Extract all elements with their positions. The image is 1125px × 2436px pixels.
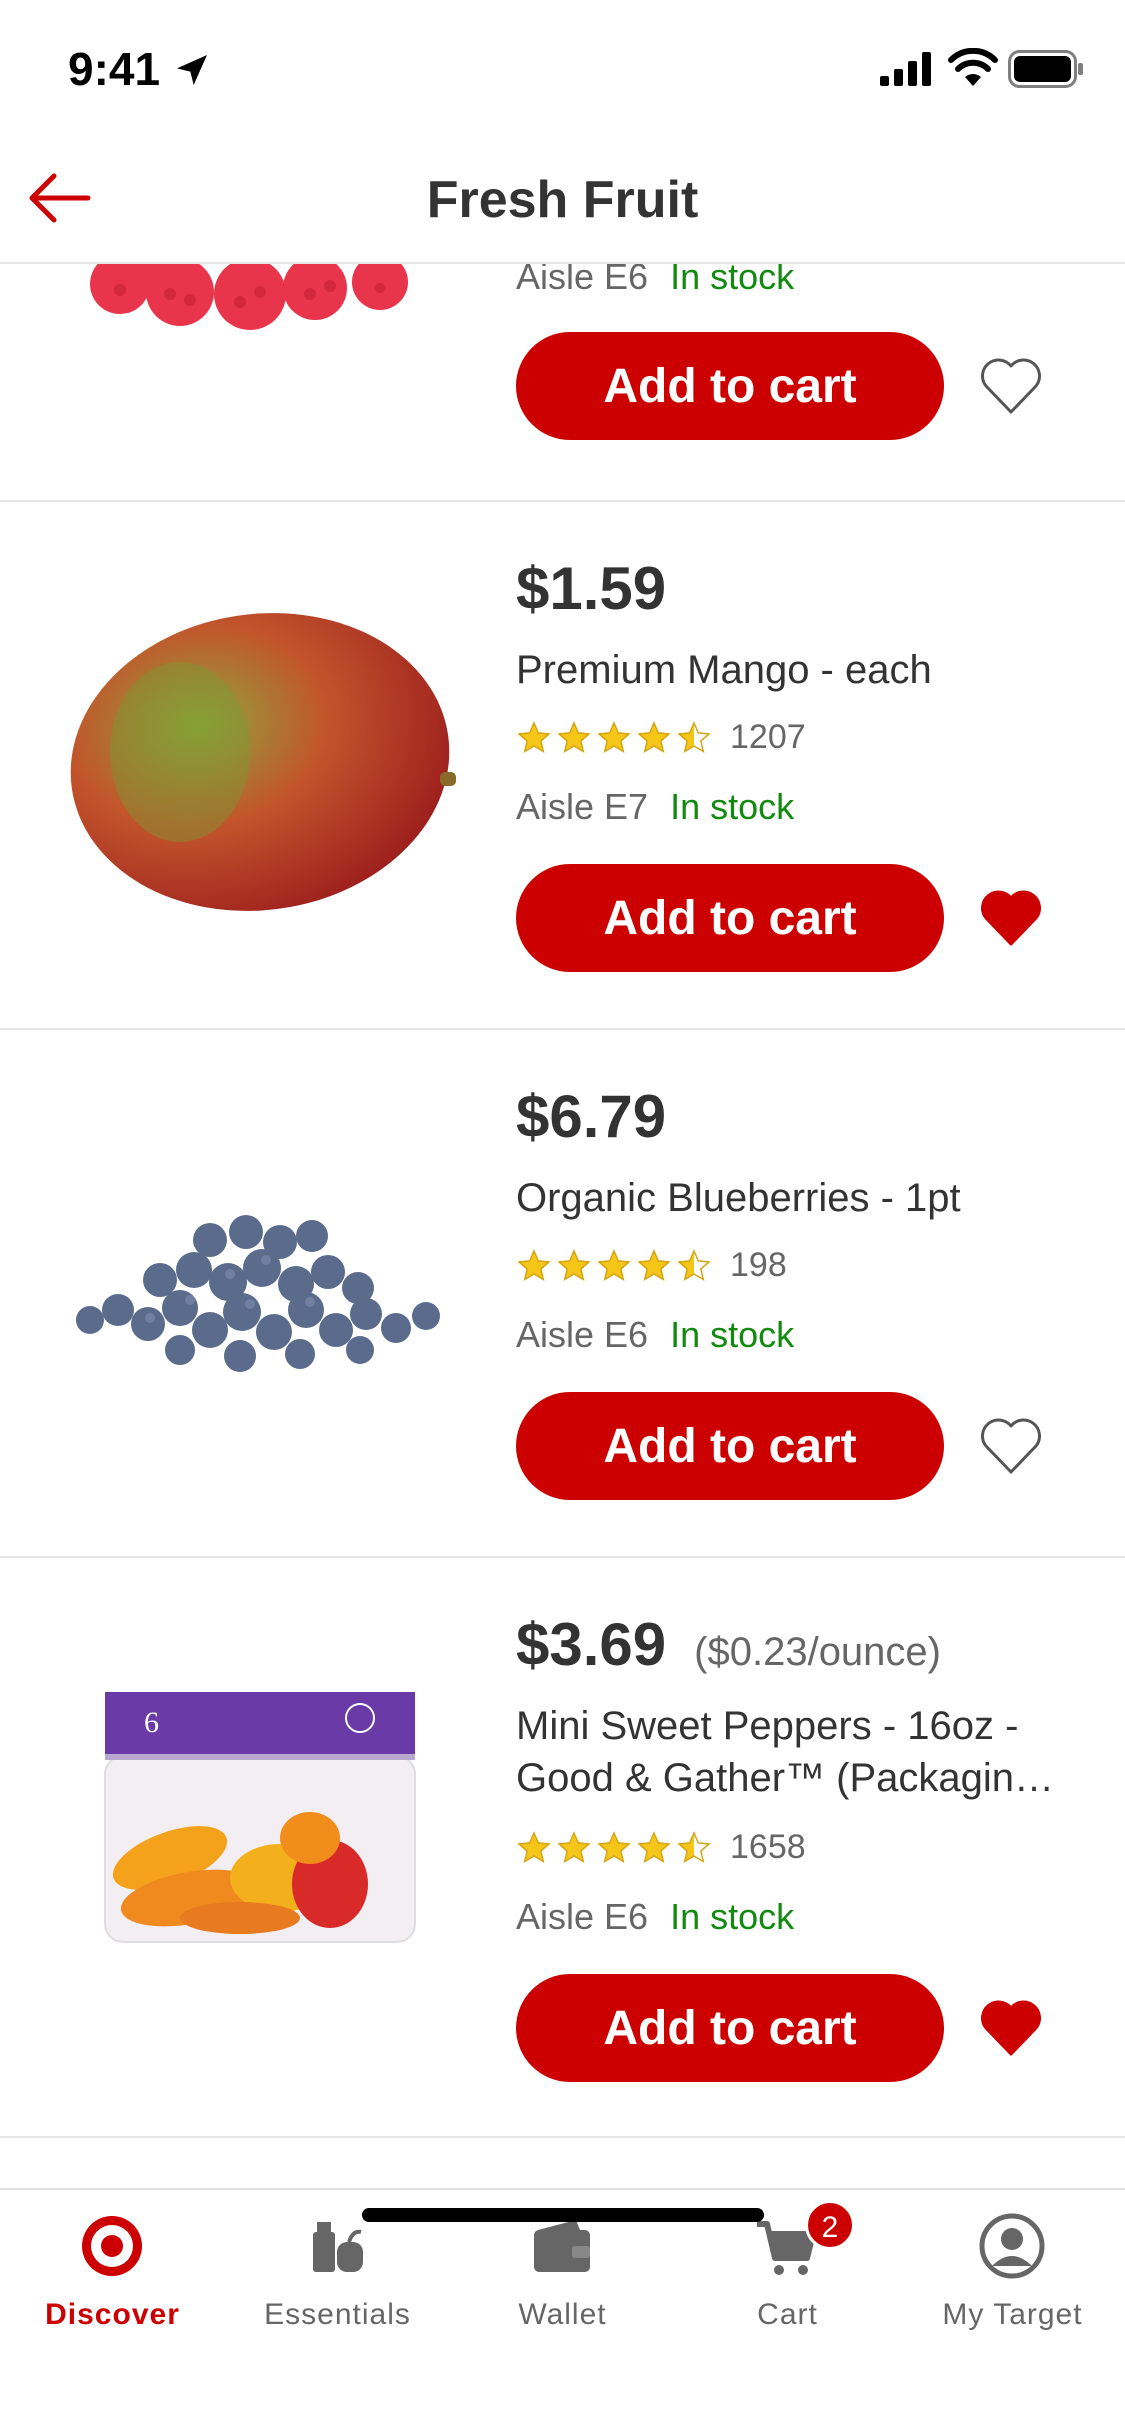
stock-status: In stock — [670, 1314, 795, 1355]
product-card-mango[interactable]: $1.59 Premium Mango - each 1207 Aisle E7… — [0, 502, 1125, 1030]
rating-row: 1207 — [516, 718, 806, 757]
star-icon — [597, 1248, 631, 1281]
bottom-tab-bar: Discover Essentials Wallet 2 Cart My Tar… — [0, 2188, 1125, 2436]
star-icon — [637, 1830, 671, 1863]
rating-count: 1207 — [730, 718, 806, 756]
aisle-label: Aisle E6 — [516, 1314, 649, 1355]
product-name-line2: Good & Gather™ (Packagin… — [516, 1756, 1055, 1800]
stock-status: In stock — [670, 786, 795, 827]
page-title: Fresh Fruit — [426, 171, 699, 229]
stock-status: In stock — [670, 1896, 795, 1937]
product-card-mini-sweet-peppers[interactable]: 6 $3.69 ($0.23/ounce) Mini Sweet Peppers… — [0, 1558, 1125, 2138]
tab-label: Cart — [757, 2298, 818, 2331]
heart-outline-icon[interactable] — [978, 1416, 1044, 1476]
star-icon — [557, 1248, 591, 1281]
tab-discover[interactable]: Discover — [0, 2190, 225, 2350]
product-card-blueberries[interactable]: $6.79 Organic Blueberries - 1pt 198 Aisl… — [0, 1030, 1125, 1558]
star-icon — [637, 1248, 671, 1281]
status-time: 9:41 — [68, 43, 161, 95]
price: $1.59 — [516, 555, 667, 622]
rating-row: 198 — [516, 1246, 787, 1285]
price: $6.79 — [516, 1083, 667, 1150]
add-to-cart-button[interactable]: Add to cart — [516, 1392, 944, 1500]
price-row: $6.79 — [516, 1082, 666, 1151]
add-to-cart-button[interactable]: Add to cart — [516, 332, 944, 440]
add-to-cart-button[interactable]: Add to cart — [516, 864, 944, 972]
star-icon — [597, 1830, 631, 1863]
battery-icon — [1008, 50, 1083, 88]
star-rating — [516, 720, 712, 756]
peppers-package-image[interactable]: 6 — [60, 1688, 460, 1948]
price-row: $1.59 — [516, 554, 666, 623]
cart-count-badge: 2 — [805, 2200, 855, 2250]
star-icon — [677, 1830, 711, 1863]
mango-image[interactable] — [60, 592, 460, 922]
blueberries-image[interactable] — [60, 1200, 460, 1390]
star-rating — [516, 1830, 712, 1866]
price: $3.69 — [516, 1611, 667, 1678]
rating-count: 1658 — [730, 1828, 806, 1866]
product-card-raspberries[interactable]: Aisle E6 In stock Add to cart — [0, 264, 1125, 502]
star-rating — [516, 1248, 712, 1284]
raspberries-image[interactable] — [60, 264, 460, 344]
product-name-line1: Mini Sweet Peppers - 16oz - — [516, 1704, 1019, 1748]
add-to-cart-button[interactable]: Add to cart — [516, 1974, 944, 2082]
star-icon — [677, 1248, 711, 1281]
product-list[interactable]: Aisle E6 In stock Add to cart $1.59 Premi… — [0, 264, 1125, 2188]
tab-label: Discover — [45, 2298, 180, 2331]
stock-status: In stock — [670, 264, 795, 297]
rating-count: 198 — [730, 1246, 787, 1284]
star-icon — [517, 1830, 551, 1863]
target-bullseye-icon — [82, 2216, 142, 2276]
tab-my-target[interactable]: My Target — [900, 2190, 1125, 2350]
star-icon — [557, 1830, 591, 1863]
tab-label: My Target — [942, 2298, 1083, 2331]
star-icon — [517, 720, 551, 753]
aisle-stock-row: Aisle E6 In stock — [516, 1896, 794, 1938]
price-row: $3.69 ($0.23/ounce) — [516, 1610, 941, 1679]
product-name[interactable]: Organic Blueberries - 1pt — [516, 1172, 1076, 1224]
star-icon — [637, 720, 671, 753]
status-bar: 9:41 — [0, 0, 1125, 132]
home-indicator — [362, 2208, 764, 2222]
product-name[interactable]: Premium Mango - each — [516, 644, 1076, 696]
heart-outline-icon[interactable] — [978, 356, 1044, 416]
star-icon — [677, 720, 711, 753]
wallet-icon — [534, 2220, 590, 2272]
aisle-label: Aisle E6 — [516, 264, 649, 297]
aisle-stock-row: Aisle E6 In stock — [516, 1314, 794, 1356]
aisle-label: Aisle E7 — [516, 786, 649, 827]
aisle-label: Aisle E6 — [516, 1896, 649, 1937]
aisle-stock-row: Aisle E7 In stock — [516, 786, 794, 828]
wifi-icon — [948, 48, 998, 86]
tab-label: Essentials — [264, 2298, 411, 2331]
heart-filled-icon[interactable] — [978, 888, 1044, 948]
svg-text:6: 6 — [144, 1706, 159, 1739]
star-icon — [597, 720, 631, 753]
heart-filled-icon[interactable] — [978, 1998, 1044, 2058]
tab-label: Wallet — [518, 2298, 607, 2331]
location-arrow-icon — [177, 55, 207, 85]
profile-icon — [979, 2213, 1045, 2279]
unit-price: ($0.23/ounce) — [694, 1630, 941, 1674]
essentials-icon — [313, 2222, 363, 2272]
product-name[interactable]: Mini Sweet Peppers - 16oz - Good & Gathe… — [516, 1700, 1076, 1804]
star-icon — [557, 720, 591, 753]
cellular-signal-icon — [880, 52, 931, 86]
star-icon — [517, 1248, 551, 1281]
rating-row: 1658 — [516, 1828, 806, 1867]
header: Fresh Fruit — [0, 132, 1125, 264]
aisle-stock-row: Aisle E6 In stock — [516, 264, 794, 298]
